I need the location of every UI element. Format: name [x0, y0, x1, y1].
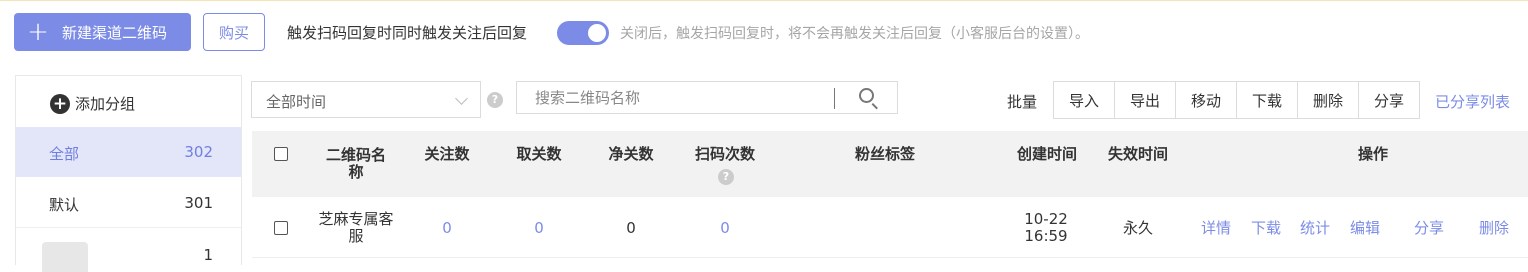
qr-name: 芝麻专属客服: [318, 210, 394, 245]
group-thumbnail[interactable]: [42, 242, 88, 272]
share-button[interactable]: 分享: [1358, 81, 1420, 119]
qr-search-box: [516, 81, 898, 114]
search-divider: [834, 88, 835, 109]
export-button[interactable]: 导出: [1114, 81, 1176, 119]
download-action[interactable]: 下载: [1251, 217, 1281, 238]
new-qr-code-button[interactable]: + 新建渠道二维码: [14, 13, 191, 51]
question-icon[interactable]: ?: [718, 169, 734, 185]
table-row: 芝麻专属客服 0 0 0 0 10-22 16:59 永久 详情 下载 统计 编…: [252, 197, 1528, 258]
shared-list-link[interactable]: 已分享列表: [1435, 91, 1510, 112]
created-time: 10-22 16:59: [1024, 210, 1068, 245]
col-header-unfollow: 取关数: [516, 144, 562, 163]
edit-action[interactable]: 编辑: [1350, 217, 1380, 238]
toggle-knob: [588, 24, 606, 42]
scan-count[interactable]: 0: [682, 219, 768, 237]
scan-reply-toggle-label: 触发扫码回复时同时触发关注后回复: [287, 24, 528, 42]
table-header: 二维码名称 关注数 取关数 净关数 扫码次数 ? 粉丝标签 创建时间 失效时间 …: [252, 131, 1528, 197]
sidebar-item-all[interactable]: 全部 302: [16, 127, 241, 177]
toggle-hint-text: 关闭后，触发扫码回复时，将不会再触发关注后回复（小客服后台的设置）。: [620, 26, 1089, 42]
row-checkbox[interactable]: [274, 221, 288, 235]
scan-reply-toggle[interactable]: [557, 21, 609, 45]
share-action[interactable]: 分享: [1414, 217, 1444, 238]
download-button[interactable]: 下载: [1236, 81, 1298, 119]
plus-circle-icon: +: [50, 93, 70, 114]
batch-button-group: 导入 导出 移动 下载 删除 分享: [1053, 81, 1420, 119]
search-icon[interactable]: [859, 88, 874, 103]
col-header-follow: 关注数: [424, 144, 470, 163]
select-all-checkbox[interactable]: [274, 147, 288, 161]
unfollow-count[interactable]: 0: [504, 219, 574, 237]
col-header-net: 净关数: [608, 144, 654, 163]
group-count: 1: [203, 246, 213, 264]
detail-action[interactable]: 详情: [1201, 217, 1231, 238]
time-range-select[interactable]: 全部时间: [251, 81, 481, 118]
top-divider: [0, 0, 1528, 1]
col-header-expire: 失效时间: [1107, 144, 1168, 163]
batch-label: 批量: [1007, 93, 1038, 111]
move-button[interactable]: 移动: [1175, 81, 1237, 119]
import-button[interactable]: 导入: [1053, 81, 1115, 119]
new-qr-code-label: 新建渠道二维码: [62, 23, 168, 42]
question-icon[interactable]: ?: [487, 92, 503, 108]
col-header-actions: 操作: [1357, 144, 1388, 163]
add-group-button[interactable]: + 添加分组: [50, 93, 135, 114]
group-count: 301: [184, 194, 213, 212]
delete-action[interactable]: 删除: [1479, 217, 1509, 238]
group-name: 全部: [49, 145, 80, 163]
buy-button[interactable]: 购买: [203, 13, 265, 51]
col-header-name: 二维码名称: [325, 146, 386, 181]
delete-button[interactable]: 删除: [1297, 81, 1359, 119]
fan-tags: [842, 219, 928, 237]
chevron-down-icon: [455, 92, 468, 105]
time-range-value: 全部时间: [266, 93, 327, 111]
group-count: 302: [184, 143, 213, 161]
follow-count[interactable]: 0: [412, 219, 482, 237]
expire-time: 永久: [1122, 218, 1153, 237]
col-header-tags: 粉丝标签: [854, 144, 915, 163]
col-header-scans: 扫码次数: [694, 144, 755, 163]
stats-action[interactable]: 统计: [1300, 217, 1330, 238]
net-count: 0: [626, 218, 636, 237]
sidebar-item-default[interactable]: 默认 301: [16, 178, 241, 228]
group-name: 默认: [49, 196, 80, 214]
group-sidebar: + 添加分组 全部 302 默认 301 1: [15, 75, 242, 272]
add-group-label: 添加分组: [75, 95, 136, 113]
plus-icon: +: [27, 17, 49, 47]
col-header-created: 创建时间: [1016, 144, 1077, 163]
search-input[interactable]: [535, 88, 825, 108]
